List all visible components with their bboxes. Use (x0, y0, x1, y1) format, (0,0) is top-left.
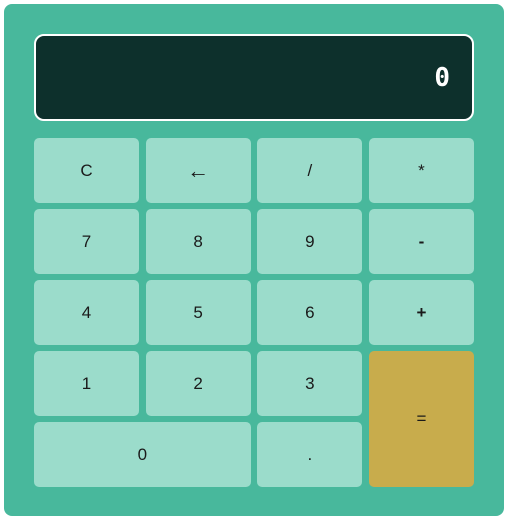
digit-3-button[interactable]: 3 (257, 351, 363, 416)
digit-0-button[interactable]: 0 (34, 422, 251, 487)
display-screen: 0 (34, 34, 474, 121)
digit-1-button[interactable]: 1 (34, 351, 139, 416)
clear-button[interactable]: C (34, 138, 139, 203)
digit-9-button[interactable]: 9 (257, 209, 363, 274)
digit-2-button[interactable]: 2 (145, 351, 251, 416)
multiply-button[interactable]: * (368, 138, 474, 203)
digit-7-button[interactable]: 7 (34, 209, 139, 274)
equals-button[interactable]: = (368, 351, 474, 487)
digit-8-button[interactable]: 8 (145, 209, 251, 274)
divide-button[interactable]: / (257, 138, 363, 203)
digit-4-button[interactable]: 4 (34, 280, 139, 345)
digit-6-button[interactable]: 6 (257, 280, 363, 345)
display-value: 0 (434, 62, 450, 93)
backspace-button[interactable]: ← (145, 138, 251, 203)
calculator: 0 C ← / * 7 8 9 - 4 5 6 + 1 2 3 = 0 . (4, 4, 504, 516)
decimal-button[interactable]: . (257, 422, 363, 487)
digit-5-button[interactable]: 5 (145, 280, 251, 345)
add-button[interactable]: + (368, 280, 474, 345)
keypad: C ← / * 7 8 9 - 4 5 6 + 1 2 3 = 0 . (34, 138, 474, 487)
subtract-button[interactable]: - (368, 209, 474, 274)
